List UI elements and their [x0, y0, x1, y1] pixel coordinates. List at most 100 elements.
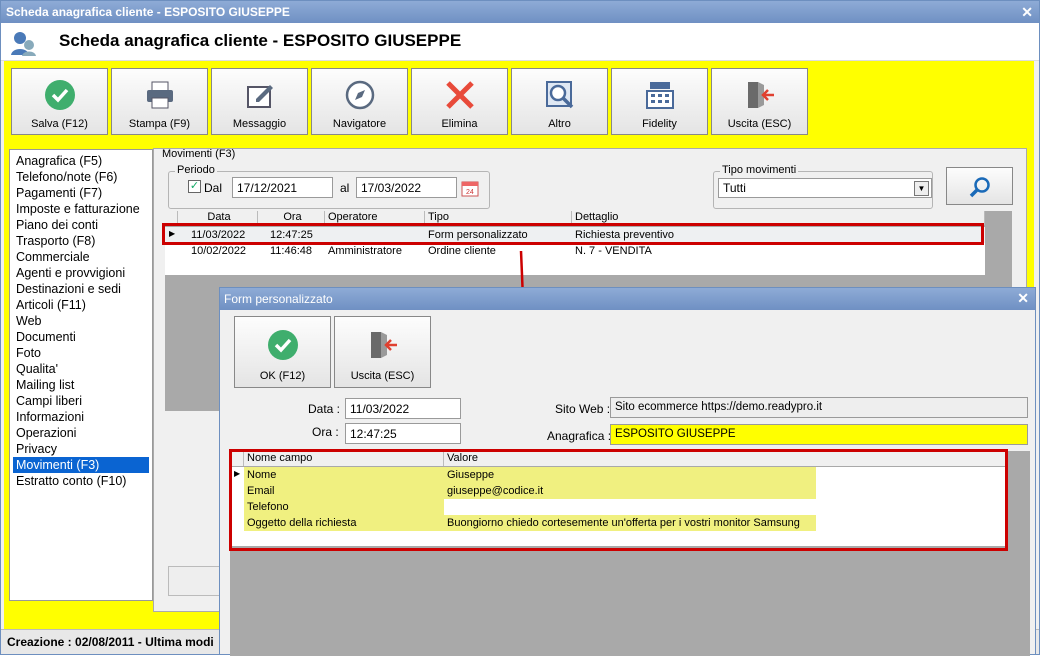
grid-corner — [230, 451, 244, 466]
grid-header[interactable]: Ora — [258, 211, 325, 225]
sidebar-item[interactable]: Telefono/note (F6) — [13, 169, 149, 185]
table-row[interactable]: 10/02/2022 11:46:48 Amministratore Ordin… — [165, 243, 985, 259]
periodo-label: Periodo — [175, 164, 217, 176]
save-button[interactable]: Salva (F12) — [11, 68, 108, 135]
dal-date-input[interactable]: 17/12/2021 — [232, 177, 333, 198]
search-icon — [969, 177, 990, 198]
table-row[interactable]: Oggetto della richiesta Buongiorno chied… — [230, 515, 1006, 531]
sidebar-item[interactable]: Privacy — [13, 441, 149, 457]
message-button-label: Messaggio — [232, 118, 287, 130]
svg-text:24: 24 — [466, 189, 474, 196]
sidebar-item[interactable]: Operazioni — [13, 425, 149, 441]
sidebar-item[interactable]: Mailing list — [13, 377, 149, 393]
fidelity-button[interactable]: Fidelity — [611, 68, 708, 135]
sito-field[interactable]: Sito ecommerce https://demo.readypro.it — [610, 397, 1028, 418]
cell-detail: N. 7 - VENDITA — [575, 245, 652, 257]
ok-button[interactable]: OK (F12) — [234, 316, 331, 388]
sidebar-item[interactable]: Foto — [13, 345, 149, 361]
table-row[interactable]: Telefono — [230, 499, 1006, 515]
data-label: Data : — [308, 402, 341, 416]
anagrafica-field[interactable]: ESPOSITO GIUSEPPE — [610, 424, 1028, 445]
cell-operator: Amministratore — [328, 245, 402, 257]
sidebar-item[interactable]: Commerciale — [13, 249, 149, 265]
ora-field[interactable]: 12:47:25 — [345, 423, 461, 444]
grid-header[interactable]: Tipo — [425, 211, 572, 225]
delete-button-label: Elimina — [441, 118, 478, 130]
sidebar-item[interactable]: Articoli (F11) — [13, 297, 149, 313]
ora-label: Ora : — [312, 425, 339, 439]
calendar-icon[interactable]: 24 — [461, 179, 479, 197]
periodo-group: Periodo ✓ Dal 17/12/2021 al 17/03/2022 2… — [168, 164, 490, 209]
cell-type: Ordine cliente — [428, 245, 496, 257]
sidebar-item[interactable]: Piano dei conti — [13, 217, 149, 233]
dialog-exit-button[interactable]: Uscita (ESC) — [334, 316, 431, 388]
sidebar-item[interactable]: Web — [13, 313, 149, 329]
grid-header[interactable]: Nome campo — [244, 451, 444, 466]
table-row[interactable]: Email giuseppe@codice.it — [230, 483, 1006, 499]
navigator-button[interactable]: Navigatore — [311, 68, 408, 135]
row-highlight — [244, 467, 816, 483]
cell-field-name: Email — [247, 485, 275, 497]
ok-button-label: OK (F12) — [259, 370, 306, 382]
dialog-title: Form personalizzato — [224, 292, 333, 306]
cash-register-icon — [645, 82, 674, 109]
compass-icon — [345, 80, 374, 110]
sidebar-item[interactable]: Destinazioni e sedi — [13, 281, 149, 297]
tipo-select[interactable]: Tutti — [718, 178, 932, 198]
sidebar-item[interactable]: Campi liberi — [13, 393, 149, 409]
dal-checkbox[interactable]: ✓ — [188, 180, 201, 193]
grid-header[interactable]: Operatore — [325, 211, 425, 225]
form-fields-grid: Nome campo Valore ▶ Nome Giuseppe Email … — [230, 451, 1030, 656]
table-row-empty — [230, 531, 1006, 546]
grid-header[interactable]: Dettaglio — [572, 211, 985, 225]
dal-label: Dal — [204, 181, 223, 195]
cell-date: 11/03/2022 — [191, 229, 246, 241]
exit-button-label: Uscita (ESC) — [727, 118, 792, 130]
exit-icon — [370, 332, 397, 358]
search-button[interactable] — [946, 167, 1013, 205]
other-button[interactable]: Altro — [511, 68, 608, 135]
sidebar-item[interactable]: Documenti — [13, 329, 149, 345]
tipo-group: Tipo movimenti Tutti ▼ — [713, 164, 933, 209]
sidebar-item[interactable]: Anagrafica (F5) — [13, 153, 149, 169]
message-button[interactable]: Messaggio — [211, 68, 308, 135]
cell-type: Form personalizzato — [428, 229, 528, 241]
dialog-close-icon[interactable]: ✕ — [1017, 290, 1029, 307]
sidebar-item[interactable]: Imposte e fatturazione — [13, 201, 149, 217]
customer-card-icon — [11, 32, 36, 56]
cell-time: 11:46:48 — [270, 245, 313, 257]
table-row[interactable]: ▶ 11/03/2022 12:47:25 Form personalizzat… — [165, 227, 985, 243]
chevron-down-icon[interactable]: ▼ — [914, 181, 929, 196]
grid-header[interactable]: Data — [178, 211, 258, 225]
sidebar-item[interactable]: Movimenti (F3) — [13, 457, 149, 473]
check-icon — [44, 80, 75, 110]
tipo-label: Tipo movimenti — [720, 164, 799, 176]
message-icon — [246, 85, 273, 108]
sidebar-item[interactable]: Trasporto (F8) — [13, 233, 149, 249]
exit-icon — [747, 82, 774, 108]
grid-header[interactable]: Valore — [444, 451, 1006, 466]
close-icon[interactable]: ✕ — [1021, 4, 1033, 21]
row-pointer-icon: ▶ — [234, 469, 241, 478]
cell-field-name: Oggetto della richiesta — [247, 517, 357, 529]
sidebar-item[interactable]: Qualita' — [13, 361, 149, 377]
anagrafica-label: Anagrafica : — [547, 429, 612, 443]
data-field[interactable]: 11/03/2022 — [345, 398, 461, 419]
cell-field-name: Nome — [247, 469, 277, 481]
sidebar-item[interactable]: Agenti e provvigioni — [13, 265, 149, 281]
sidebar-item[interactable]: Pagamenti (F7) — [13, 185, 149, 201]
dialog-exit-label: Uscita (ESC) — [350, 370, 415, 382]
al-label: al — [340, 181, 350, 195]
table-row[interactable]: ▶ Nome Giuseppe — [230, 467, 1006, 483]
exit-button[interactable]: Uscita (ESC) — [711, 68, 808, 135]
print-button-label: Stampa (F9) — [128, 118, 191, 130]
cell-date: 10/02/2022 — [191, 245, 247, 257]
panel-caption: Movimenti (F3) — [162, 148, 236, 160]
magnifier-icon — [545, 81, 573, 109]
print-button[interactable]: Stampa (F9) — [111, 68, 208, 135]
table-row-empty — [165, 259, 985, 275]
delete-button[interactable]: Elimina — [411, 68, 508, 135]
sidebar-item[interactable]: Estratto conto (F10) — [13, 473, 149, 489]
sidebar-item[interactable]: Informazioni — [13, 409, 149, 425]
al-date-input[interactable]: 17/03/2022 — [356, 177, 457, 198]
